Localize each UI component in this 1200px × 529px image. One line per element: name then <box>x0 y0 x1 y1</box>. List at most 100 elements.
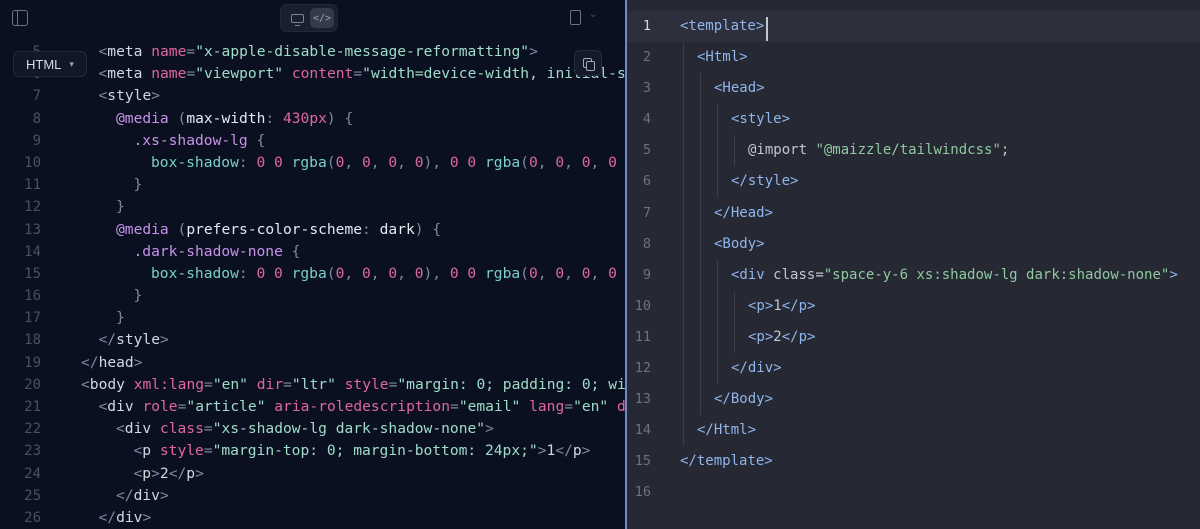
code-token: : <box>265 109 283 127</box>
source-code-editor[interactable]: 1 <template> 2 <Html> 3 <Head> 4 <style> 5 @impor… <box>627 11 1200 509</box>
code-text: </div> <box>99 507 152 529</box>
language-select[interactable]: HTML ▾ <box>13 51 87 77</box>
code-token: <Head> <box>714 80 765 97</box>
code-token: name <box>151 43 187 60</box>
editor-line: 1 <template> <box>627 11 1200 43</box>
editor-line: 10 <p>1</p> <box>627 290 1200 322</box>
code-token: = <box>186 43 196 60</box>
code-token: meta <box>107 43 152 60</box>
code-token: , <box>397 264 415 282</box>
code-token: ( <box>520 264 529 282</box>
indent-guide <box>700 228 701 260</box>
line-number: 10 <box>634 297 651 314</box>
line-number: 12 <box>634 360 651 377</box>
code-token: < <box>133 464 143 482</box>
editor-line: 8 <Body> <box>627 228 1200 260</box>
code-token: , <box>370 153 389 171</box>
code-token: : <box>362 220 380 238</box>
indent-guide <box>700 259 701 291</box>
code-token: <p> <box>748 297 774 314</box>
code-line: 21 <div role = "article" aria-roledescripti… <box>0 396 625 418</box>
code-text: <style> <box>99 85 161 107</box>
code-token: > <box>151 87 161 105</box>
editor-line: 7 </Head> <box>627 197 1200 229</box>
line-number: 14 <box>634 422 651 439</box>
code-token: @media <box>116 109 178 127</box>
code-line: 19 </head> <box>0 352 625 374</box>
code-token: @import <box>748 142 816 159</box>
code-token: > <box>537 442 547 460</box>
code-token: meta <box>107 65 152 83</box>
indent-guide <box>683 415 684 447</box>
line-number: 9 <box>642 266 651 283</box>
line-number: 17 <box>24 310 41 327</box>
code-token: .dark-shadow-none <box>133 242 292 260</box>
code-token: </div> <box>731 360 782 377</box>
compiled-code-view[interactable]: 5<meta name="x-apple-disable-message-ref… <box>0 41 625 529</box>
code-token: style <box>344 375 389 393</box>
code-line: 10 box-shadow: 0 0 rgba(0, 0, 0, 0), 0 0 … <box>0 152 625 174</box>
code-token: 0 <box>361 153 371 171</box>
code-token: "en" <box>573 398 617 415</box>
code-token: , <box>590 264 609 282</box>
code-token: "margin-top: 0; margin-bottom: 24px;" <box>212 442 538 460</box>
line-number: 16 <box>24 288 41 305</box>
code-token: 0 <box>555 153 565 171</box>
indent-guide <box>717 290 718 322</box>
code-text: box-shadow: 0 0 rgba(0, 0, 0, 0), 0 0 rg… <box>151 263 617 285</box>
code-token: class <box>773 266 816 283</box>
copy-button[interactable] <box>574 50 602 76</box>
sidebar-toggle-icon[interactable] <box>12 10 28 26</box>
code-text: <div role = "article" aria-roledescription… <box>99 396 626 418</box>
code-text: <style> <box>731 104 790 135</box>
code-token: 0 <box>388 153 398 171</box>
code-token: style <box>159 442 204 460</box>
indent-guide <box>700 166 701 198</box>
code-text: <p>2</p> <box>748 322 815 353</box>
code-token: body <box>89 375 134 393</box>
code-text: @media (max-width: 430px) { <box>116 108 353 130</box>
code-text: } <box>116 307 125 329</box>
code-line: 9 .xs-shadow-lg { <box>0 130 625 152</box>
code-token: , <box>344 264 362 282</box>
line-number: 11 <box>634 328 651 345</box>
code-line: 7 <style> <box>0 85 625 107</box>
indent-guide <box>717 259 718 291</box>
code-token: @media <box>116 220 178 238</box>
code-token: rgba <box>485 153 521 171</box>
code-token: > <box>529 43 538 60</box>
code-text: <Body> <box>714 229 765 260</box>
code-line: 8 @media (max-width: 430px) { <box>0 108 625 130</box>
chevron-down-icon[interactable]: ⌄ <box>589 9 597 20</box>
code-token: <template> <box>680 18 765 34</box>
code-token: "xs-shadow-lg dark-shadow-none" <box>212 420 486 438</box>
code-line: 23 <p style="margin-top: 0; margin-bottom… <box>0 440 625 462</box>
code-token: p <box>572 442 582 460</box>
code-token: 0 <box>581 153 591 171</box>
code-token: "email" <box>458 398 530 415</box>
code-line: 22 <div class="xs-shadow-lg dark-shadow-n… <box>0 418 625 440</box>
preview-toolbar: </> ⌄ <box>0 0 625 40</box>
mobile-device-icon[interactable] <box>570 10 581 25</box>
line-number: 8 <box>32 110 41 127</box>
code-text: box-shadow: 0 0 rgba(0, 0, 0, 0), 0 0 rg… <box>151 152 617 174</box>
code-token: } <box>116 309 125 327</box>
indent-guide <box>683 228 684 260</box>
code-token: ( <box>326 264 336 282</box>
code-view-icon[interactable]: </> <box>310 8 334 28</box>
code-token: 0 0 <box>256 153 292 171</box>
code-text: </Html> <box>697 415 756 446</box>
desktop-preview-icon[interactable] <box>286 8 308 28</box>
code-token: = <box>283 375 292 393</box>
code-token: <Html> <box>697 49 748 66</box>
code-token: </ <box>98 331 117 349</box>
code-text: @import "@maizzle/tailwindcss"; <box>748 135 1009 166</box>
code-token: , <box>564 264 582 282</box>
code-token: dir <box>256 375 284 393</box>
code-text: </style> <box>731 166 798 197</box>
code-token: dir <box>617 398 625 415</box>
code-token: ( <box>177 109 187 127</box>
indent-guide <box>683 353 684 385</box>
code-line: 15 box-shadow: 0 0 rgba(0, 0, 0, 0), 0 0 … <box>0 263 625 285</box>
code-token: 0 0 <box>449 264 485 282</box>
